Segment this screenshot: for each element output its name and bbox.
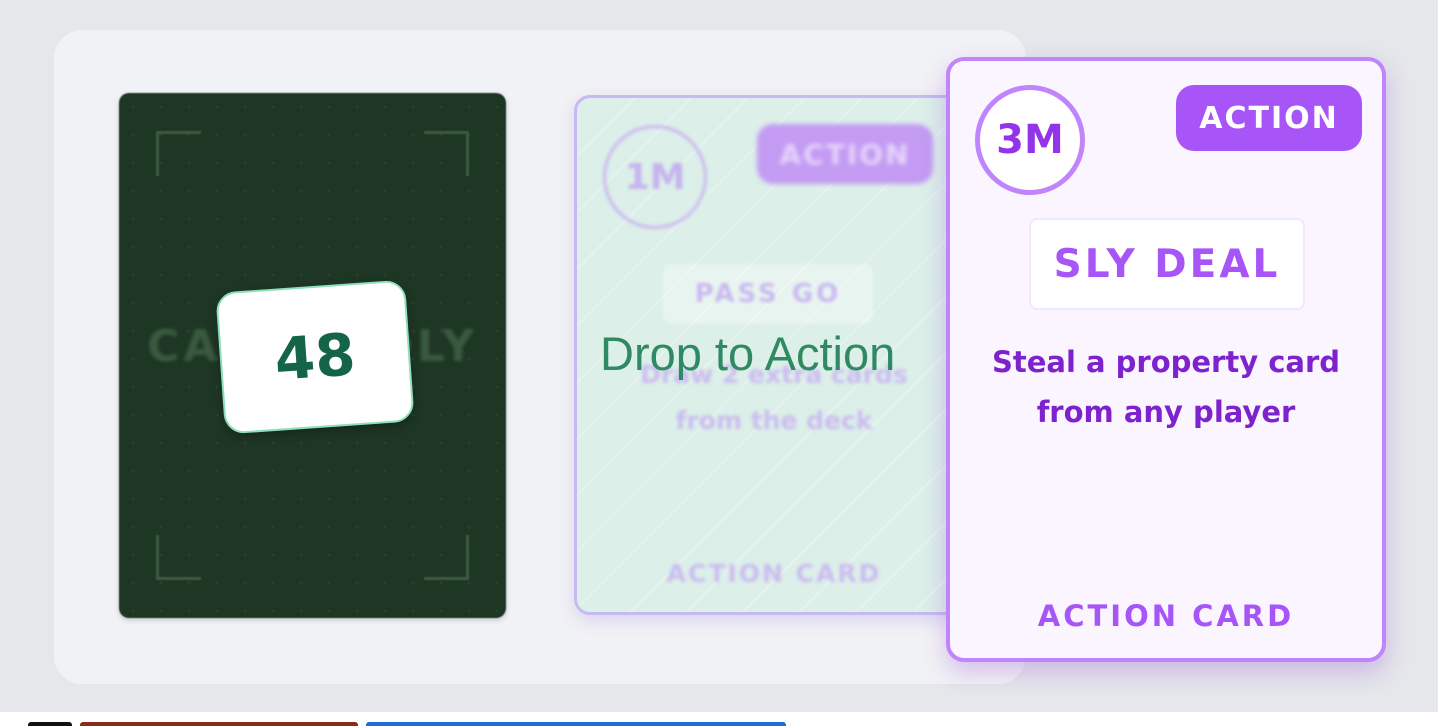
hand-tray-edge: [0, 712, 1438, 726]
card-type-badge: ACTION: [1176, 85, 1362, 151]
card-footer: ACTION CARD: [1037, 599, 1295, 633]
deck-count-badge: 48: [215, 279, 415, 435]
card-name: SLY DEAL: [1029, 218, 1305, 310]
deck-corner-decoration: [424, 535, 469, 580]
hand-card-edge: [28, 722, 72, 726]
deck-corner-decoration: [156, 131, 201, 176]
card-value-badge: 3M: [975, 85, 1085, 195]
card-description: Steal a property card from any player: [960, 337, 1372, 437]
card-description-line: Steal a property card: [991, 345, 1341, 379]
hand-card-edge: [366, 722, 786, 726]
dragged-action-card[interactable]: 3M ACTION SLY DEAL Steal a property card…: [946, 57, 1386, 662]
deck-corner-decoration: [424, 131, 469, 176]
card-name: PASS GO: [663, 264, 873, 324]
card-footer: ACTION CARD: [666, 559, 882, 588]
deck-corner-decoration: [156, 535, 201, 580]
drop-hint-label: Drop to Action: [600, 327, 896, 380]
hand-card-edge: [80, 722, 358, 726]
card-value-badge: 1M: [603, 125, 707, 229]
game-board: CASHOPOLY 48 1M ACTION PASS GO Draw 2 ex…: [0, 0, 1438, 712]
card-type-badge: ACTION: [757, 124, 933, 184]
card-description-line: from any player: [1036, 395, 1296, 429]
card-description-line: from the deck: [675, 406, 873, 435]
